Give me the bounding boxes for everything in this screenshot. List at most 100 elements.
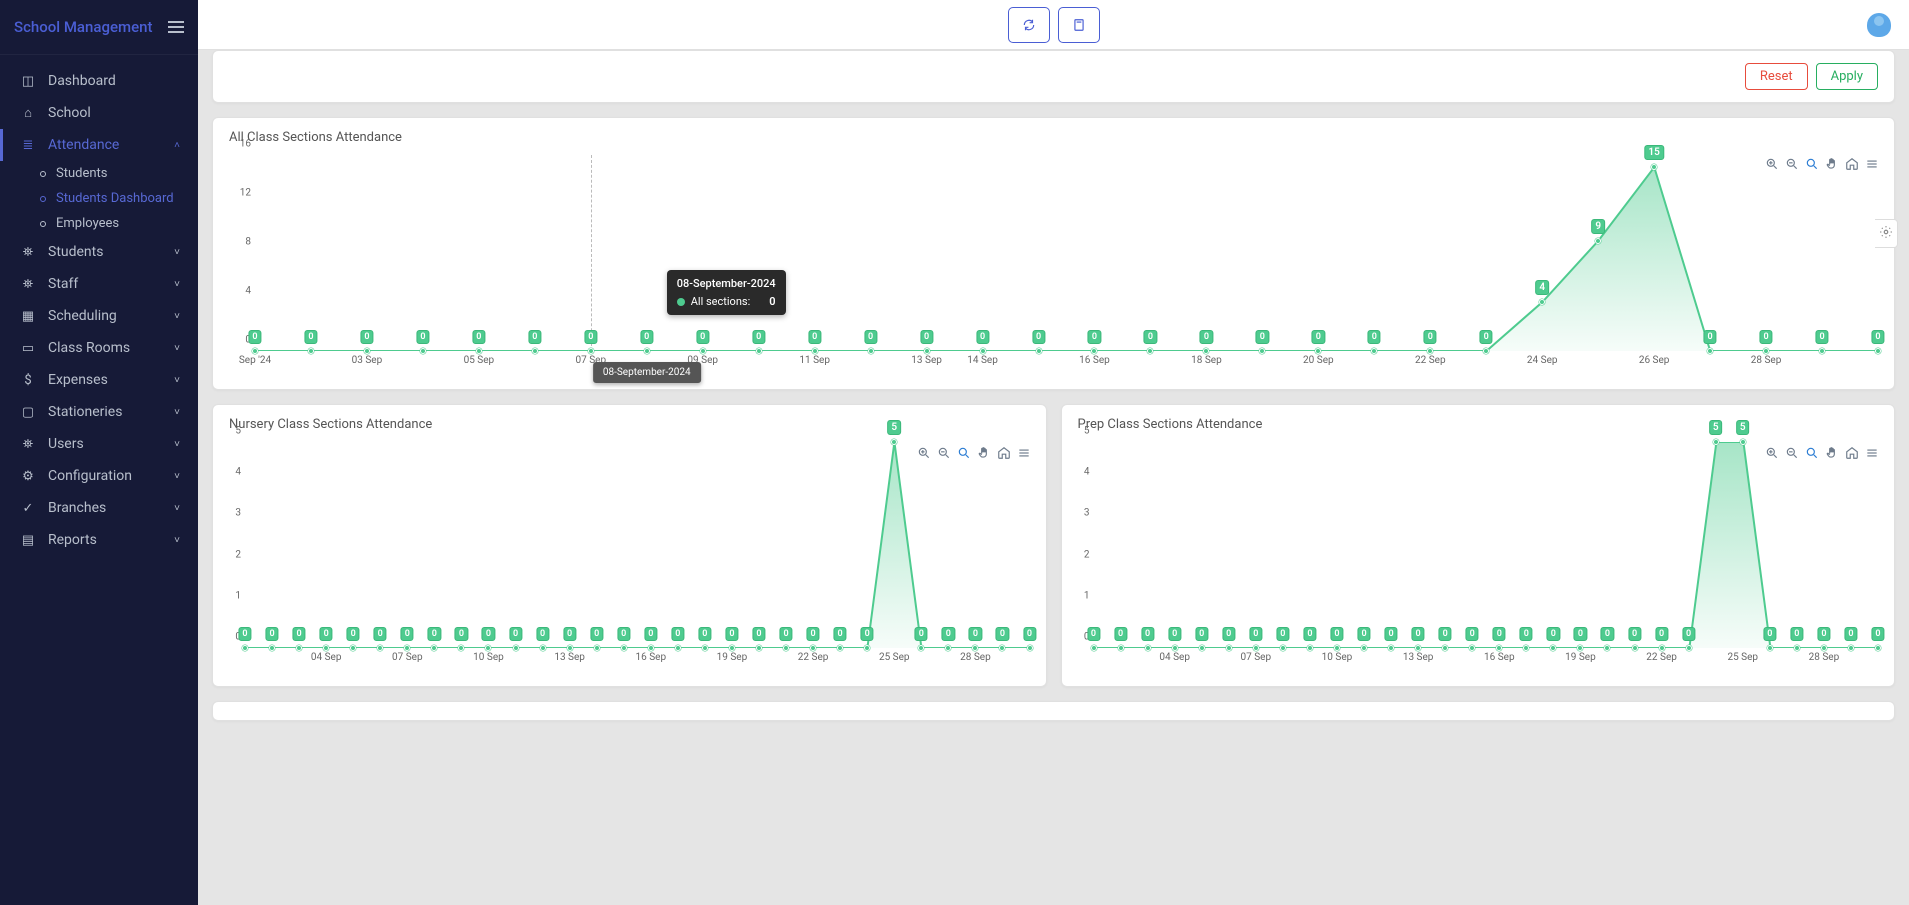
sidebar-item-users[interactable]: ⛯Users˅ bbox=[0, 428, 198, 460]
check-icon: ✓ bbox=[18, 500, 38, 516]
chevron-down-icon: ˅ bbox=[174, 311, 180, 322]
data-label: 0 bbox=[1790, 627, 1803, 641]
data-label: 0 bbox=[238, 627, 251, 641]
data-point[interactable]: 5 bbox=[1713, 439, 1719, 445]
menu-icon[interactable] bbox=[1864, 156, 1880, 172]
chart-row-main: All Class Sections Attendance 0481216000… bbox=[212, 117, 1895, 390]
refresh-button[interactable] bbox=[1008, 7, 1050, 43]
calculator-button[interactable] bbox=[1058, 7, 1100, 43]
data-point[interactable]: 5 bbox=[891, 439, 897, 445]
zoom-out-icon[interactable] bbox=[1784, 156, 1800, 172]
sidebar-item-dashboard[interactable]: ◫Dashboard bbox=[0, 65, 198, 97]
chart-nursery[interactable]: 01234500000000000000000000000050000004 S… bbox=[245, 442, 1030, 672]
data-point[interactable]: 15 bbox=[1651, 164, 1657, 170]
sidebar-item-configuration[interactable]: ⚙Configuration˅ bbox=[0, 460, 198, 492]
x-tick: 28 Sep bbox=[1809, 652, 1840, 663]
chevron-down-icon: ˅ bbox=[174, 279, 180, 290]
zoom-in-icon[interactable] bbox=[916, 445, 932, 461]
sidebar-subitem-students[interactable]: Students bbox=[30, 161, 198, 186]
pan-icon[interactable] bbox=[1824, 445, 1840, 461]
data-point[interactable]: 5 bbox=[1740, 439, 1746, 445]
chevron-down-icon: ˅ bbox=[174, 407, 180, 418]
sidebar-item-school[interactable]: ⌂School bbox=[0, 97, 198, 129]
data-label: 0 bbox=[864, 330, 877, 344]
zoom-out-icon[interactable] bbox=[936, 445, 952, 461]
sidebar-subitem-employees[interactable]: Employees bbox=[30, 211, 198, 236]
x-tick: 19 Sep bbox=[717, 652, 748, 663]
data-label: 0 bbox=[696, 330, 709, 344]
data-label: 0 bbox=[455, 627, 468, 641]
sidebar-item-expenses[interactable]: $Expenses˅ bbox=[0, 364, 198, 396]
select-zoom-icon[interactable] bbox=[1804, 156, 1820, 172]
sidebar-item-students[interactable]: ⛯Students˅ bbox=[0, 236, 198, 268]
data-label: 0 bbox=[1655, 627, 1668, 641]
data-label: 0 bbox=[360, 330, 373, 344]
sidebar-item-stationeries[interactable]: ▢Stationeries˅ bbox=[0, 396, 198, 428]
zoom-in-icon[interactable] bbox=[1764, 156, 1780, 172]
sidebar-item-staff[interactable]: ⛯Staff˅ bbox=[0, 268, 198, 300]
data-point[interactable]: 9 bbox=[1595, 238, 1601, 244]
avatar[interactable] bbox=[1867, 13, 1891, 37]
select-zoom-icon[interactable] bbox=[1804, 445, 1820, 461]
data-label: 0 bbox=[976, 330, 989, 344]
content: Reset Apply All Class Sections Attendanc… bbox=[198, 50, 1909, 735]
sidebar-subitem-students-dashboard[interactable]: Students Dashboard bbox=[30, 186, 198, 211]
x-hover-label: 08-September-2024 bbox=[593, 362, 701, 383]
sidebar-item-attendance[interactable]: ≣Attendance˄ bbox=[0, 129, 198, 161]
sidebar-item-reports[interactable]: ▤Reports˅ bbox=[0, 524, 198, 556]
x-axis: Sep '2403 Sep05 Sep07 Sep09 Sep11 Sep13 … bbox=[255, 351, 1878, 375]
main: Reset Apply All Class Sections Attendanc… bbox=[198, 0, 1909, 905]
data-label: 0 bbox=[1222, 627, 1235, 641]
gear-icon: ⚙ bbox=[18, 468, 38, 484]
chevron-down-icon: ˅ bbox=[174, 535, 180, 546]
pan-icon[interactable] bbox=[976, 445, 992, 461]
reset-button[interactable]: Reset bbox=[1745, 63, 1808, 90]
x-tick: 16 Sep bbox=[1484, 652, 1515, 663]
chart-all-sections[interactable]: 04812160000000000000000000000049150000Se… bbox=[255, 155, 1878, 375]
chevron-down-icon: ˅ bbox=[174, 439, 180, 450]
data-label: 0 bbox=[996, 627, 1009, 641]
x-tick: 25 Sep bbox=[1727, 652, 1758, 663]
home-icon[interactable] bbox=[1844, 156, 1860, 172]
data-label: 0 bbox=[1815, 330, 1828, 344]
y-tick: 1 bbox=[235, 590, 241, 601]
home-icon[interactable] bbox=[996, 445, 1012, 461]
settings-gear-icon[interactable] bbox=[1875, 219, 1898, 248]
apply-button[interactable]: Apply bbox=[1816, 63, 1878, 90]
pan-icon[interactable] bbox=[1824, 156, 1840, 172]
hamburger-icon[interactable] bbox=[168, 18, 184, 36]
brand[interactable]: School Management bbox=[14, 18, 152, 36]
chart-row-pair: Nursery Class Sections Attendance 012345… bbox=[212, 404, 1895, 687]
filter-bar: Reset Apply bbox=[212, 50, 1895, 103]
data-label: 0 bbox=[1114, 627, 1127, 641]
sidebar-item-branches[interactable]: ✓Branches˅ bbox=[0, 492, 198, 524]
zoom-out-icon[interactable] bbox=[1784, 445, 1800, 461]
data-label: 0 bbox=[1871, 330, 1884, 344]
sidebar-item-class-rooms[interactable]: ▭Class Rooms˅ bbox=[0, 332, 198, 364]
plot-area[interactable] bbox=[255, 155, 1878, 351]
select-zoom-icon[interactable] bbox=[956, 445, 972, 461]
data-label: 0 bbox=[808, 330, 821, 344]
data-label: 0 bbox=[536, 627, 549, 641]
chart-prep[interactable]: 01234500000000000000000000000550000004 S… bbox=[1094, 442, 1879, 672]
plot-area[interactable] bbox=[1094, 442, 1879, 648]
sidebar-item-scheduling[interactable]: ▦Scheduling˅ bbox=[0, 300, 198, 332]
sidebar-header: School Management bbox=[0, 0, 198, 55]
y-tick: 5 bbox=[235, 426, 241, 437]
plot-area[interactable] bbox=[245, 442, 1030, 648]
menu-icon[interactable] bbox=[1016, 445, 1032, 461]
y-tick: 2 bbox=[1084, 549, 1090, 560]
data-label: 0 bbox=[1144, 330, 1157, 344]
sidebar-item-label: Attendance bbox=[48, 137, 119, 153]
x-tick: 26 Sep bbox=[1639, 355, 1670, 366]
chevron-down-icon: ˅ bbox=[174, 471, 180, 482]
data-point[interactable]: 4 bbox=[1539, 299, 1545, 305]
menu-icon[interactable] bbox=[1864, 445, 1880, 461]
zoom-in-icon[interactable] bbox=[1764, 445, 1780, 461]
x-tick: 28 Sep bbox=[960, 652, 991, 663]
users-icon: ⛯ bbox=[18, 244, 38, 260]
y-tick: 8 bbox=[245, 237, 251, 248]
home-icon[interactable] bbox=[1844, 445, 1860, 461]
data-label: 0 bbox=[347, 627, 360, 641]
data-label: 0 bbox=[1424, 330, 1437, 344]
